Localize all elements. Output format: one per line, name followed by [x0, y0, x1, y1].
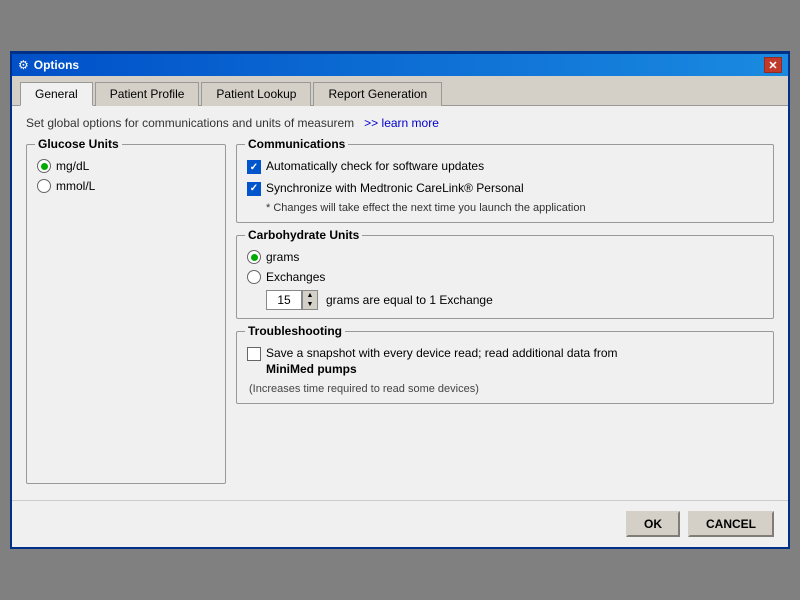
check-auto-update-label: Automatically check for software updates [266, 159, 484, 175]
ok-button[interactable]: OK [626, 511, 680, 537]
top-info: Set global options for communications an… [26, 116, 774, 130]
radio-mmol-label: mmol/L [56, 179, 95, 193]
description-text: Set global options for communications an… [26, 116, 354, 130]
check-snapshot-label: Save a snapshot with every device read; … [266, 346, 618, 377]
check-sync-carelink[interactable]: ✓ Synchronize with Medtronic CareLink® P… [247, 181, 763, 197]
window-title: Options [34, 58, 79, 72]
radio-grams-label: grams [266, 250, 299, 264]
check-auto-update[interactable]: ✓ Automatically check for software updat… [247, 159, 763, 175]
radio-mgdl-label: mg/dL [56, 159, 89, 173]
content-area: Set global options for communications an… [12, 106, 788, 494]
right-column: Communications ✓ Automatically check for… [236, 140, 774, 484]
check-sync-carelink-label: Synchronize with Medtronic CareLink® Per… [266, 181, 524, 197]
check-snapshot-label-line2: MiniMed pumps [266, 362, 357, 376]
exchange-value-row: ▲ ▼ grams are equal to 1 Exchange [266, 290, 763, 310]
spinner-wrapper: ▲ ▼ [266, 290, 318, 310]
radio-grams[interactable]: grams [247, 250, 763, 264]
bottom-bar: OK CANCEL [12, 500, 788, 547]
check-snapshot[interactable]: Save a snapshot with every device read; … [247, 346, 763, 377]
title-bar-left: ⚙ Options [18, 58, 79, 72]
radio-exchanges-indicator [247, 270, 261, 284]
spinner-up-button[interactable]: ▲ [303, 291, 317, 300]
communications-group: Communications ✓ Automatically check for… [236, 144, 774, 223]
check-snapshot-label-line1: Save a snapshot with every device read; … [266, 346, 618, 360]
radio-mmol-indicator [37, 179, 51, 193]
check-sync-carelink-box: ✓ [247, 182, 261, 196]
spinner-down-button[interactable]: ▼ [303, 300, 317, 309]
tab-patient-lookup[interactable]: Patient Lookup [201, 82, 311, 106]
tab-patient-profile[interactable]: Patient Profile [95, 82, 200, 106]
radio-exchanges[interactable]: Exchanges [247, 270, 763, 284]
communications-title: Communications [245, 137, 348, 151]
troubleshooting-note: (Increases time required to read some de… [247, 383, 763, 395]
left-column: Glucose Units mg/dL mmol/L [26, 140, 226, 484]
two-col-layout: Glucose Units mg/dL mmol/L [26, 140, 774, 484]
check-auto-update-box: ✓ [247, 160, 261, 174]
cancel-button[interactable]: CANCEL [688, 511, 774, 537]
exchange-value-input[interactable] [266, 290, 302, 310]
check-snapshot-box [247, 347, 261, 361]
title-bar: ⚙ Options ✕ [12, 54, 788, 76]
window-icon: ⚙ [18, 58, 29, 72]
exchange-label: grams are equal to 1 Exchange [326, 293, 493, 307]
radio-grams-indicator [247, 250, 261, 264]
radio-mmol[interactable]: mmol/L [37, 179, 215, 193]
radio-mgdl-indicator [37, 159, 51, 173]
radio-mgdl[interactable]: mg/dL [37, 159, 215, 173]
carbohydrate-units-group: Carbohydrate Units grams Exchanges [236, 235, 774, 319]
carbohydrate-units-title: Carbohydrate Units [245, 228, 362, 242]
close-button[interactable]: ✕ [764, 57, 782, 73]
tab-bar: General Patient Profile Patient Lookup R… [12, 76, 788, 106]
troubleshooting-title: Troubleshooting [245, 324, 345, 338]
spinner-buttons: ▲ ▼ [302, 290, 318, 310]
sync-note: * Changes will take effect the next time… [266, 202, 763, 214]
glucose-units-title: Glucose Units [35, 137, 122, 151]
learn-more-link[interactable]: learn more [364, 116, 439, 130]
troubleshooting-group: Troubleshooting Save a snapshot with eve… [236, 331, 774, 404]
options-dialog: ⚙ Options ✕ General Patient Profile Pati… [10, 51, 790, 549]
tab-general[interactable]: General [20, 82, 93, 106]
radio-exchanges-label: Exchanges [266, 270, 325, 284]
glucose-units-group: Glucose Units mg/dL mmol/L [26, 144, 226, 484]
tab-report-generation[interactable]: Report Generation [313, 82, 442, 106]
